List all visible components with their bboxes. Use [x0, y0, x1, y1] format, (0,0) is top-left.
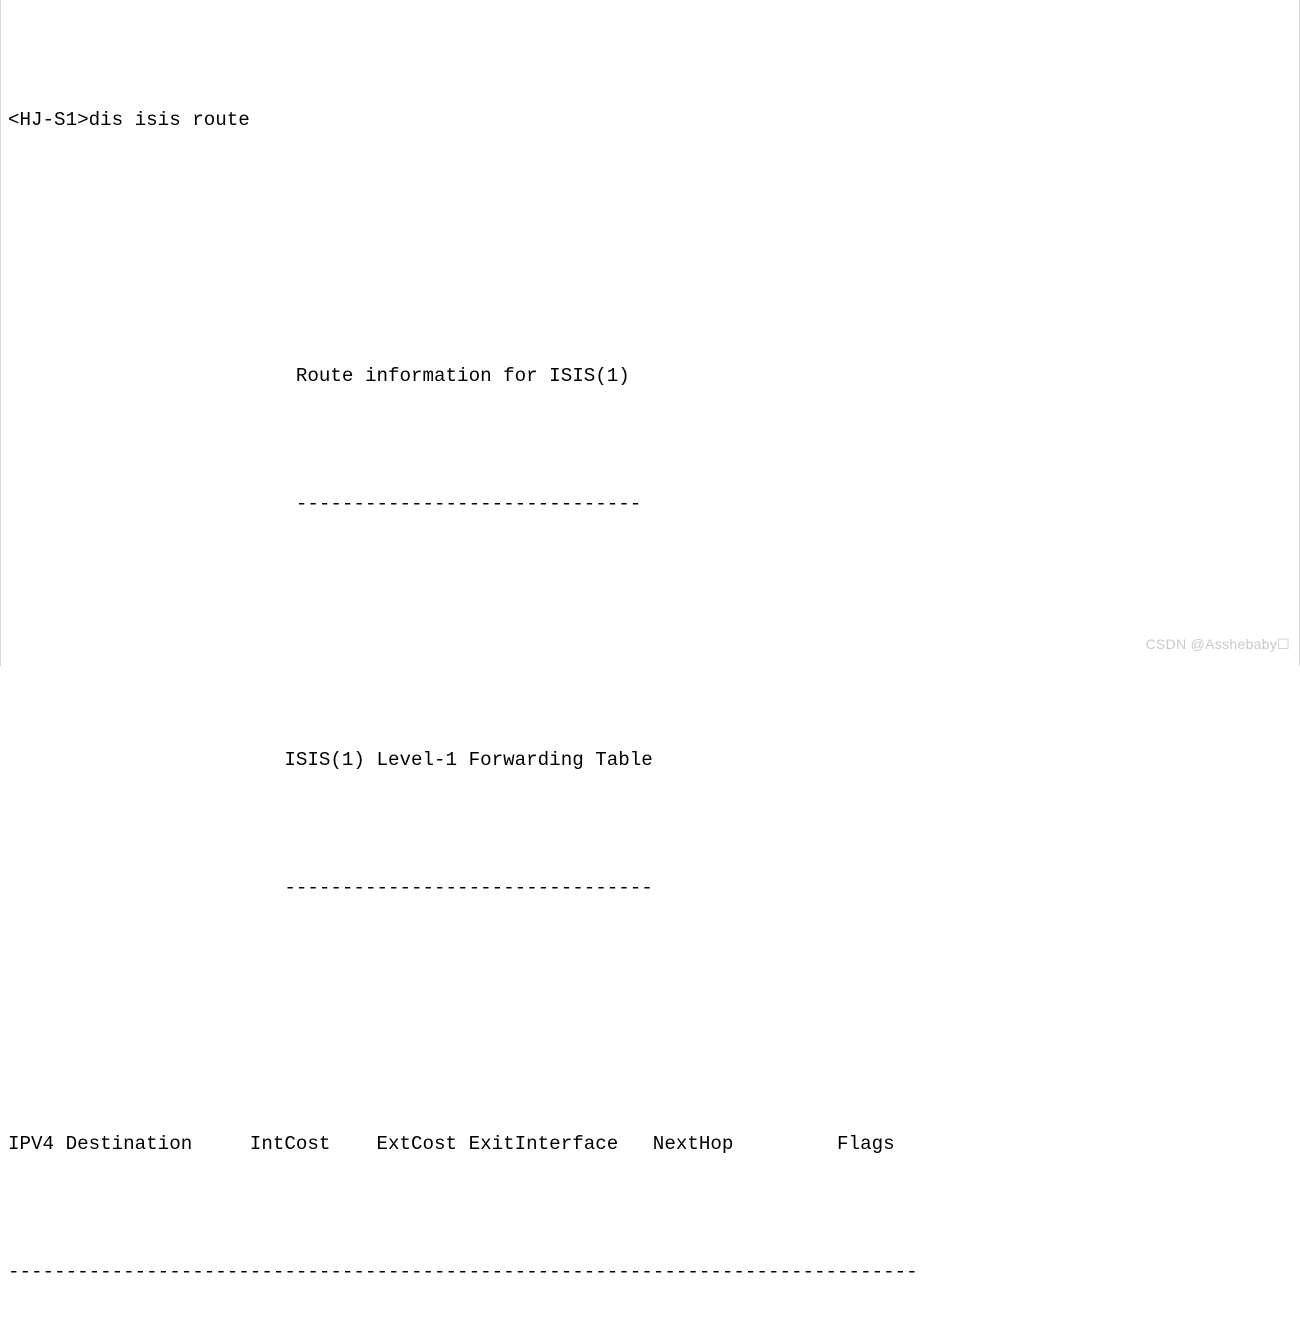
- forwarding-table-title-rule: --------------------------------: [8, 877, 653, 899]
- table-header-rule: ----------------------------------------…: [8, 1261, 918, 1283]
- csdn-watermark: CSDN @Asshebaby☐: [1145, 636, 1290, 652]
- clipped-previous-command-line: <HJ-S1>dis isis lsdb: [0, 0, 1300, 6]
- forwarding-table-title: ISIS(1) Level-1 Forwarding Table: [8, 749, 653, 771]
- terminal-lines: <HJ-S1>dis isis route Route information …: [0, 8, 1300, 1332]
- report-title: Route information for ISIS(1): [8, 365, 630, 387]
- command-prompt-line[interactable]: <HJ-S1>dis isis route: [0, 104, 1300, 136]
- terminal-output: <HJ-S1>dis isis lsdb <HJ-S1>dis isis rou…: [0, 0, 1300, 1283]
- table-column-headers: IPV4 Destination IntCost ExtCost ExitInt…: [8, 1133, 895, 1155]
- report-title-rule: ------------------------------: [8, 493, 642, 515]
